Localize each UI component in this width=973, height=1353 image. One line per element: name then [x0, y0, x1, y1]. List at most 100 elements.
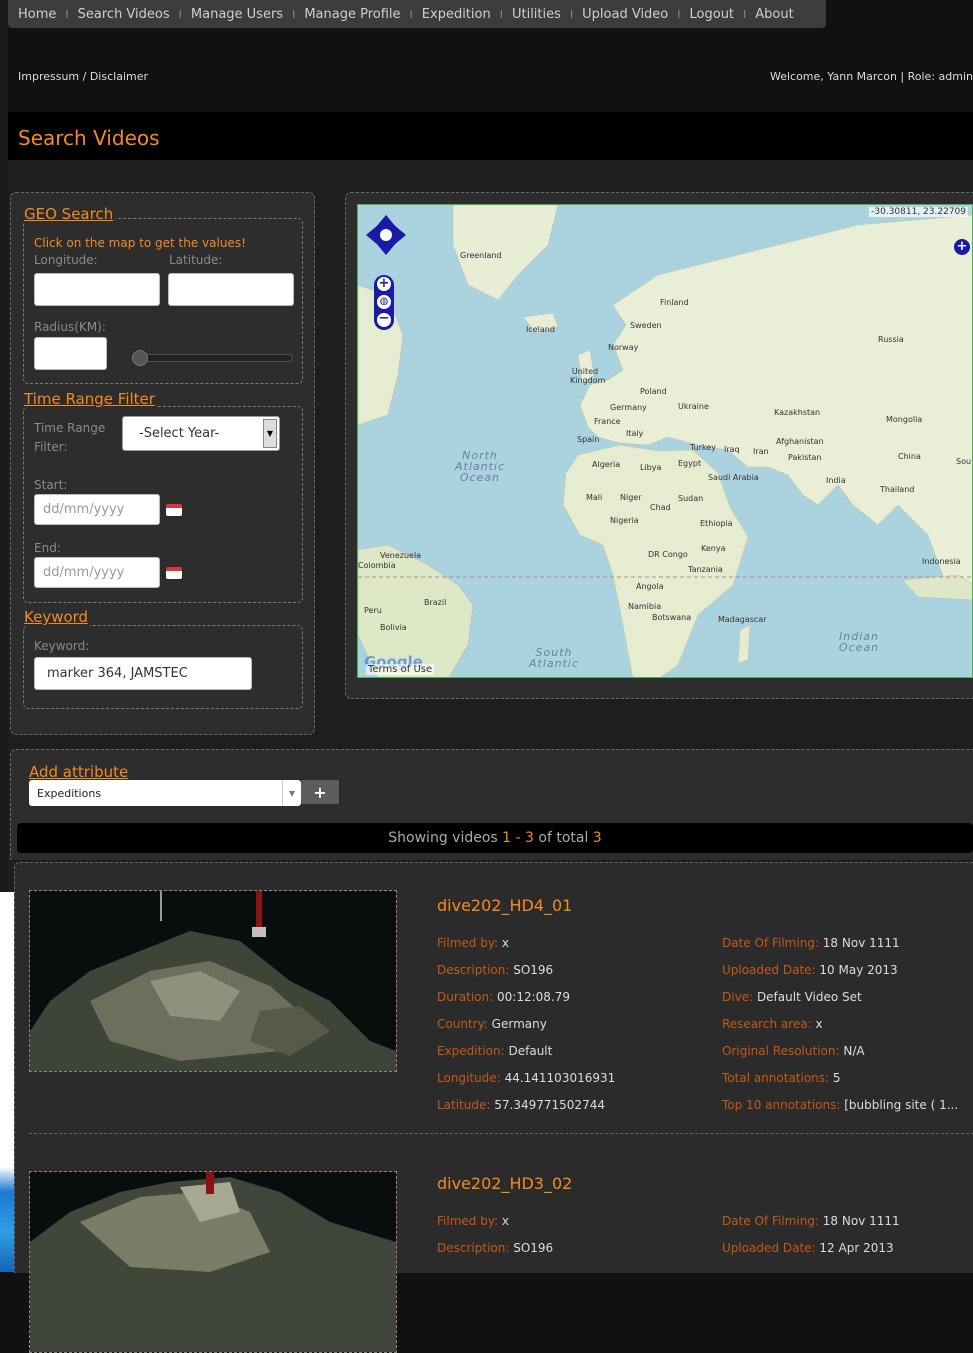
video-field: Original Resolution: N/A	[722, 1044, 865, 1058]
map-label: Botswana	[652, 613, 692, 622]
nav-separator: I	[292, 7, 296, 21]
attribute-select[interactable]: Expeditions ▼	[29, 780, 301, 806]
nav-separator: I	[65, 7, 69, 21]
field-value: 00:12:08.79	[497, 990, 570, 1004]
page-title: Search Videos	[18, 126, 160, 150]
video-field: Description: SO196	[437, 963, 553, 977]
video-field: Uploaded Date: 10 May 2013	[722, 963, 898, 977]
field-value: 18 Nov 1111	[822, 936, 900, 950]
radius-slider[interactable]	[134, 354, 293, 362]
start-date-placeholder: dd/mm/yyyy	[43, 502, 125, 517]
longitude-label: Longitude:	[34, 253, 98, 267]
chevron-down-icon[interactable]: ▼	[263, 419, 277, 448]
impressum-link[interactable]: Impressum / Disclaimer	[18, 70, 148, 83]
world-map[interactable]: -30.30811, 23.22709 + ◍ − + Greenland Ic…	[357, 204, 973, 678]
field-key: Uploaded Date:	[722, 1241, 816, 1255]
map-label: Poland	[640, 387, 667, 396]
map-label: Greenland	[460, 251, 502, 260]
end-date-placeholder: dd/mm/yyyy	[43, 565, 125, 580]
field-value: 10 May 2013	[819, 963, 898, 977]
video-thumbnail[interactable]	[29, 890, 397, 1072]
thumbnail-image	[30, 891, 396, 1071]
nav-utilities[interactable]: Utilities	[512, 7, 561, 22]
nav-manage-profile[interactable]: Manage Profile	[304, 7, 400, 22]
layer-switcher-icon[interactable]: +	[954, 239, 970, 255]
latitude-input[interactable]	[168, 273, 294, 306]
map-label: Russia	[878, 335, 904, 344]
map-label: Finland	[660, 298, 689, 307]
nav-separator: I	[743, 7, 747, 21]
nav-separator: I	[499, 7, 503, 21]
map-label: Ukraine	[678, 402, 709, 411]
nav-manage-users[interactable]: Manage Users	[191, 7, 283, 22]
pan-arrows-icon	[366, 215, 406, 255]
time-range-legend: Time Range Filter	[22, 390, 157, 408]
map-label: France	[594, 417, 621, 426]
field-value: 12 Apr 2013	[819, 1241, 894, 1255]
map-label: Afghanistan	[776, 437, 824, 446]
field-key: Dive:	[722, 990, 754, 1004]
longitude-input[interactable]	[34, 273, 160, 306]
nav-search-videos[interactable]: Search Videos	[78, 7, 170, 22]
latitude-label: Latitude:	[169, 253, 223, 267]
video-field: Date Of Filming: 18 Nov 1111	[722, 1214, 900, 1228]
map-label: Mongolia	[886, 415, 923, 424]
map-label: China	[898, 452, 921, 461]
map-label: Kenya	[701, 544, 726, 553]
video-field: Duration: 00:12:08.79	[437, 990, 570, 1004]
start-label: Start:	[34, 478, 68, 492]
field-key: Expedition:	[437, 1044, 505, 1058]
map-label: Niger	[620, 493, 642, 502]
time-range-filter-label-2: Filter:	[34, 440, 68, 454]
terms-of-use-link[interactable]: Terms of Use	[366, 664, 435, 675]
left-edge	[0, 0, 8, 892]
map-label: Iran	[753, 447, 769, 456]
nav-about[interactable]: About	[755, 7, 793, 22]
nav-home[interactable]: Home	[18, 7, 56, 22]
end-date-input[interactable]: dd/mm/yyyy	[34, 557, 160, 588]
search-filters-panel: GEO Search Click on the map to get the v…	[10, 192, 315, 735]
add-attribute-title: Add attribute	[29, 763, 129, 781]
pan-control[interactable]	[366, 215, 406, 255]
map-label: Mali	[586, 493, 603, 502]
start-date-input[interactable]: dd/mm/yyyy	[34, 494, 160, 525]
video-title[interactable]: dive202_HD3_02	[437, 1174, 572, 1193]
map-label: DR Congo	[648, 550, 688, 559]
nav-logout[interactable]: Logout	[690, 7, 735, 22]
zoom-in-icon[interactable]: +	[377, 277, 391, 291]
background-decoration	[0, 892, 14, 1272]
result-divider	[29, 1133, 973, 1134]
ocean-label: South Atlantic	[528, 646, 580, 670]
map-label: Iceland	[526, 325, 555, 334]
map-label: Bolivia	[380, 623, 407, 632]
field-key: Uploaded Date:	[722, 963, 816, 977]
showing-middle: of total	[533, 830, 593, 846]
field-value: x	[501, 1214, 510, 1228]
calendar-icon[interactable]	[166, 504, 182, 516]
map-label: Turkey	[690, 443, 717, 452]
map-label: Colombia	[358, 561, 396, 570]
field-value: x	[815, 1017, 823, 1031]
keyword-input[interactable]: marker 364, JAMSTEC	[34, 657, 252, 690]
field-value: N/A	[843, 1044, 865, 1058]
nav-upload-video[interactable]: Upload Video	[582, 7, 668, 22]
map-label: Libya	[640, 463, 662, 472]
year-select[interactable]: -Select Year- ▼	[122, 416, 280, 451]
radius-input[interactable]	[34, 337, 107, 370]
field-value: SO196	[513, 963, 554, 977]
radius-slider-handle[interactable]	[132, 350, 148, 366]
title-bar: Search Videos	[8, 112, 973, 160]
field-value: [bubbling site ( 1...	[844, 1098, 959, 1112]
calendar-icon[interactable]	[166, 567, 182, 579]
zoom-out-icon[interactable]: −	[377, 312, 391, 327]
nav-expedition[interactable]: Expedition	[422, 7, 491, 22]
globe-icon[interactable]: ◍	[377, 295, 391, 309]
chevron-down-icon[interactable]: ▼	[282, 780, 301, 806]
video-title[interactable]: dive202_HD4_01	[437, 896, 572, 915]
showing-from: 1	[502, 830, 512, 846]
map-label: Algeria	[592, 460, 621, 469]
video-thumbnail[interactable]	[29, 1171, 397, 1353]
map-label: Madagascar	[718, 615, 767, 624]
year-select-value: -Select Year-	[139, 426, 220, 441]
add-attribute-button[interactable]: +	[301, 780, 339, 804]
